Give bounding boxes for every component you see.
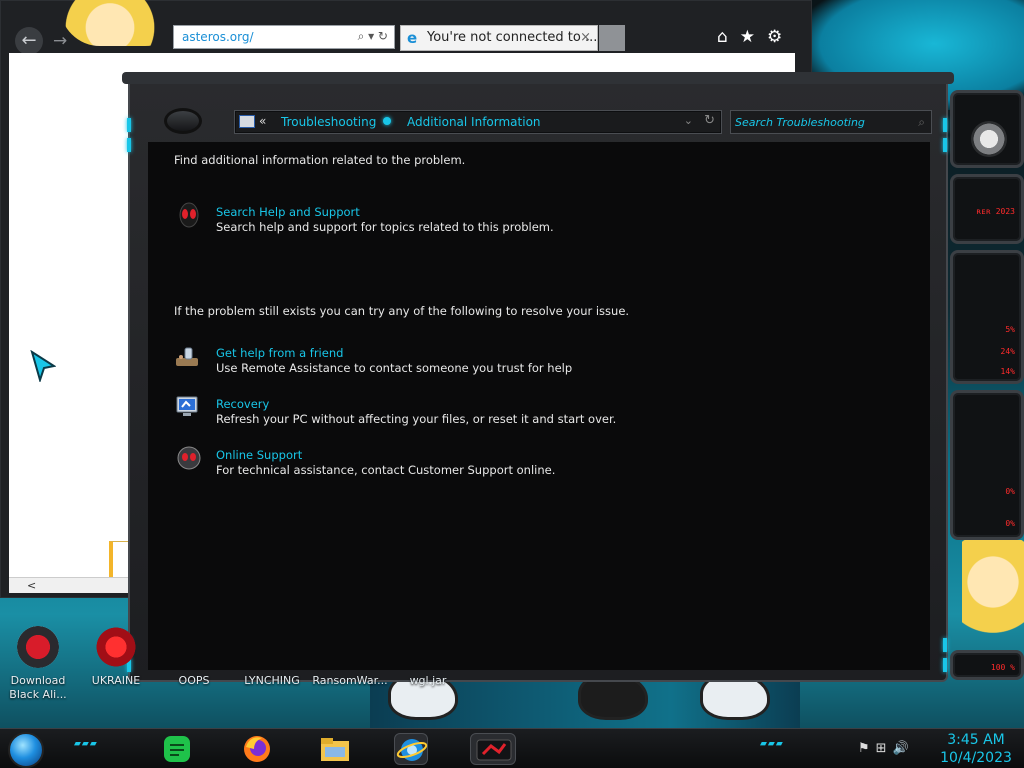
desktop-icon-label: LYNCHING xyxy=(244,674,300,687)
troubleshooting-window[interactable]: « Troubleshooting Additional Information… xyxy=(122,72,954,682)
desktop-icon-label: wgl.jar xyxy=(409,674,447,687)
taskbar-clock[interactable]: 3:45 AM 10/4/2023 xyxy=(936,731,1016,767)
taskbar-decor-dots: ▰▰▰ xyxy=(760,739,784,749)
get-help-friend-link[interactable]: Get help from a friend xyxy=(216,346,343,360)
ie-icon: e xyxy=(407,29,418,47)
window-frame-left xyxy=(127,98,133,672)
control-panel-icon xyxy=(239,115,255,128)
gadget-text: 0% xyxy=(1005,519,1015,528)
browser-tools[interactable]: ⌂★⚙ xyxy=(717,27,794,47)
gadget-text: 24% xyxy=(1000,347,1015,356)
radiation-icon xyxy=(95,626,137,668)
gadget-text: 0% xyxy=(1005,487,1015,496)
back-button[interactable]: ← xyxy=(15,27,43,55)
alienware-logo-icon xyxy=(971,121,1007,157)
desktop-icon-ransomware[interactable]: RansomWar... xyxy=(312,626,388,688)
chevron-down-icon[interactable]: ⌄ xyxy=(684,114,693,127)
alien-icon xyxy=(17,626,59,668)
tab-close-button[interactable]: × xyxy=(580,30,591,45)
tab-title: You're not connected to ... xyxy=(427,30,598,45)
new-tab-button[interactable] xyxy=(599,25,625,51)
taskbar: ▰▰▰ ▰▰▰ ⚑⊞🔊 3:45 AM 10/4/2023 xyxy=(0,728,1024,768)
start-button[interactable] xyxy=(8,732,44,768)
wallpaper-character xyxy=(962,540,1024,660)
desktop-icon-label: OOPS xyxy=(178,674,210,687)
breadcrumb-additional-information[interactable]: Additional Information xyxy=(407,115,541,129)
remote-assistance-icon xyxy=(176,347,198,366)
recovery-desc: Refresh your PC without affecting your f… xyxy=(216,412,617,426)
recovery-link[interactable]: Recovery xyxy=(216,397,269,411)
search-help-support-link[interactable]: Search Help and Support xyxy=(216,205,360,219)
desktop-icon-wgl-jar[interactable]: wgl.jar xyxy=(390,626,466,688)
gadget-text: ʀᴇʀ 2023 xyxy=(976,207,1015,216)
online-support-link[interactable]: Online Support xyxy=(216,448,302,462)
search-icon[interactable]: ⌕ xyxy=(918,115,925,130)
search-help-support-desc: Search help and support for topics relat… xyxy=(216,220,554,234)
address-bar[interactable]: asteros.org/ ⌕ ▾ ↻ xyxy=(173,25,395,49)
desktop-icon-oops[interactable]: OOPS xyxy=(156,626,232,688)
wallpaper-character xyxy=(60,0,185,46)
gadget-text: 14% xyxy=(1000,367,1015,376)
taskbar-notes-app[interactable] xyxy=(160,733,194,765)
drive-gadget[interactable]: 0% 0% xyxy=(950,390,1024,540)
content-pane: Find additional information related to t… xyxy=(148,142,930,670)
get-help-friend-desc: Use Remote Assistance to contact someone… xyxy=(216,361,573,375)
clock-time: 3:45 AM xyxy=(947,732,1005,748)
desktop-icon-label: UKRAINE xyxy=(91,674,141,687)
clock-date: 10/4/2023 xyxy=(940,750,1012,766)
gadget-text: 100 % xyxy=(990,663,1015,672)
desktop-icon-ukraine[interactable]: UKRAINE xyxy=(78,626,154,688)
online-support-icon xyxy=(177,446,201,470)
window-logo-icon xyxy=(164,108,202,134)
cpu-gadget[interactable]: 5% 24% 14% xyxy=(950,250,1024,384)
recovery-icon xyxy=(176,396,198,416)
alien-gadget[interactable] xyxy=(950,90,1024,168)
taskbar-decor-dots: ▰▰▰ xyxy=(74,739,98,749)
desktop-icon-label: RansomWar... xyxy=(312,674,388,687)
breadcrumb-overflow-button[interactable]: « xyxy=(259,114,266,128)
file-icon xyxy=(329,626,371,668)
system-tray-icons[interactable]: ⚑⊞🔊 xyxy=(858,741,915,756)
address-bar-icons[interactable]: ⌕ ▾ ↻ xyxy=(358,29,388,44)
alien-help-icon xyxy=(179,202,199,228)
intro-text: Find additional information related to t… xyxy=(174,153,466,167)
mouse-cursor-icon xyxy=(30,350,56,382)
online-support-desc: For technical assistance, contact Custom… xyxy=(216,463,556,477)
window-frame-right xyxy=(943,98,949,672)
horizontal-scrollbar[interactable]: < xyxy=(9,577,133,593)
file-icon xyxy=(173,626,215,668)
internet-explorer-icon xyxy=(396,739,428,761)
taskbar-firefox[interactable] xyxy=(240,733,274,765)
still-exists-text: If the problem still exists you can try … xyxy=(174,304,630,318)
search-input[interactable]: Search Troubleshooting ⌕ xyxy=(730,110,932,134)
sticky-notes-icon xyxy=(164,736,190,762)
firefox-icon xyxy=(244,736,270,762)
gadget-text: 5% xyxy=(1005,325,1015,334)
breadcrumb[interactable]: « Troubleshooting Additional Information… xyxy=(234,110,722,134)
refresh-button[interactable]: ↻ xyxy=(704,113,715,128)
troubleshooting-app-icon xyxy=(476,739,512,761)
taskbar-internet-explorer[interactable] xyxy=(394,733,428,765)
date-gadget[interactable]: ʀᴇʀ 2023 xyxy=(950,174,1024,244)
taskbar-file-explorer[interactable] xyxy=(318,733,352,765)
desktop-icon-download-black-ali[interactable]: Download Black Ali... xyxy=(0,626,76,702)
breadcrumb-separator-icon[interactable] xyxy=(383,117,391,125)
browser-tab[interactable]: e You're not connected to ... × xyxy=(400,25,598,51)
folder-icon xyxy=(321,738,349,761)
breadcrumb-troubleshooting[interactable]: Troubleshooting xyxy=(281,115,376,129)
search-placeholder: Search Troubleshooting xyxy=(735,116,865,129)
desktop-icon-label: Download Black Ali... xyxy=(9,674,67,701)
taskbar-troubleshooting[interactable] xyxy=(470,733,516,765)
file-icon xyxy=(251,626,293,668)
java-file-icon xyxy=(407,626,449,668)
address-text: asteros.org/ xyxy=(182,30,254,44)
desktop-icon-lynching[interactable]: LYNCHING xyxy=(234,626,310,688)
